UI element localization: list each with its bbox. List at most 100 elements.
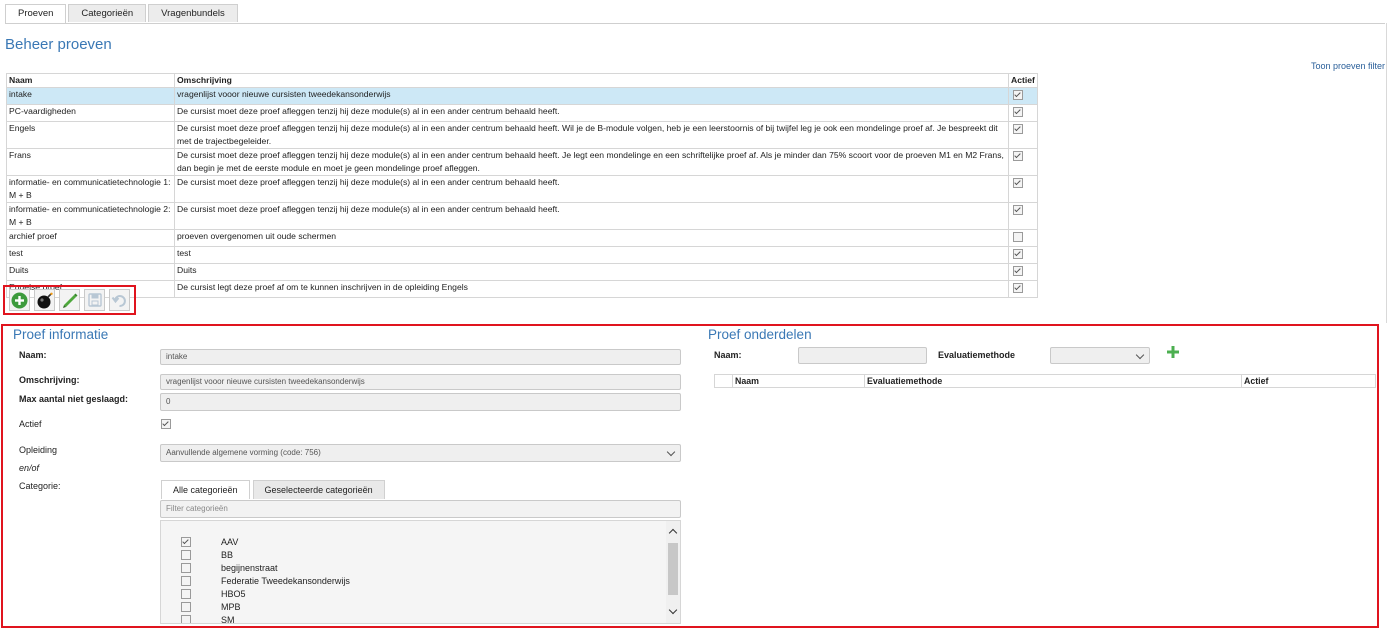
table-row[interactable]: Frans De cursist moet deze proef afleggen… bbox=[6, 148, 1038, 176]
categorie-tabs: Alle categorieën Geselecteerde categorie… bbox=[161, 480, 388, 499]
actief-checkbox[interactable] bbox=[1013, 249, 1023, 259]
cell-naam: PC-vaardigheden bbox=[6, 104, 175, 122]
table-header-row: Naam Omschrijving Actief bbox=[6, 73, 1038, 88]
actief-checkbox[interactable] bbox=[161, 419, 171, 429]
cell-actief bbox=[1008, 229, 1038, 247]
main-tabs: Proeven Categorieën Vragenbundels bbox=[5, 4, 240, 24]
table-row[interactable]: Duits Duits bbox=[6, 263, 1038, 281]
cell-naam: informatie- en communicatietechnologie 1… bbox=[6, 175, 175, 203]
undo-icon bbox=[111, 294, 126, 307]
actief-label: Actief bbox=[19, 419, 42, 429]
actief-checkbox[interactable] bbox=[1013, 266, 1023, 276]
list-item[interactable]: HBO5 bbox=[181, 587, 246, 600]
bomb-icon bbox=[37, 292, 53, 308]
categorie-list: AAV BB begijnenstraat Federatie Tweedekanso… bbox=[160, 520, 681, 624]
chevron-down-icon bbox=[666, 447, 676, 457]
naam-field[interactable]: intake bbox=[160, 349, 681, 365]
delete-button[interactable] bbox=[34, 289, 55, 311]
max-niet-geslaagd-field[interactable]: 0 bbox=[160, 393, 681, 411]
cell-omschrijving: vragenlijst vooor nieuwe cursisten tweed… bbox=[174, 87, 1009, 105]
proef-info-title: Proef informatie bbox=[13, 327, 109, 342]
onderdeel-naam-label: Naam: bbox=[714, 350, 742, 360]
proef-onderdelen-title: Proef onderdelen bbox=[708, 327, 812, 342]
categorie-checkbox[interactable] bbox=[181, 614, 191, 623]
categorie-scrollbar[interactable] bbox=[666, 521, 680, 623]
onderdelen-header-row: Naam Evaluatiemethode Actief bbox=[714, 374, 1376, 388]
col-header-omschrijving[interactable]: Omschrijving bbox=[174, 73, 1009, 88]
categorie-label: SM bbox=[221, 614, 235, 624]
list-item[interactable]: MPB bbox=[181, 600, 241, 613]
add-onderdeel-icon[interactable] bbox=[1166, 345, 1180, 359]
col-header-actief[interactable]: Actief bbox=[1241, 374, 1376, 388]
list-item[interactable]: AAV bbox=[181, 535, 238, 548]
actief-checkbox[interactable] bbox=[1013, 283, 1023, 293]
pencil-icon bbox=[62, 293, 77, 308]
cell-actief bbox=[1008, 202, 1038, 230]
cell-naam: Duits bbox=[6, 263, 175, 281]
actief-checkbox[interactable] bbox=[1013, 90, 1023, 100]
actief-checkbox[interactable] bbox=[1013, 205, 1023, 215]
scroll-thumb[interactable] bbox=[668, 543, 678, 595]
list-item[interactable]: SM bbox=[181, 613, 235, 623]
table-row[interactable]: informatie- en communicatietechnologie 1… bbox=[6, 175, 1038, 203]
add-icon bbox=[11, 292, 28, 308]
categorie-checkbox[interactable] bbox=[181, 588, 191, 599]
actief-checkbox[interactable] bbox=[1013, 151, 1023, 161]
categorie-checkbox[interactable] bbox=[181, 601, 191, 612]
evaluatiemethode-select[interactable] bbox=[1050, 347, 1150, 364]
categorie-label: begijnenstraat bbox=[221, 562, 278, 573]
categorie-checkbox[interactable] bbox=[181, 549, 191, 560]
actief-checkbox[interactable] bbox=[1013, 232, 1023, 242]
cell-naam: archief proef bbox=[6, 229, 175, 247]
undo-button[interactable] bbox=[109, 289, 130, 311]
categorie-checkbox[interactable] bbox=[181, 575, 191, 586]
list-item[interactable]: begijnenstraat bbox=[181, 561, 278, 574]
tab-alle-categorieen[interactable]: Alle categorieën bbox=[161, 480, 250, 499]
action-toolbar bbox=[3, 285, 136, 315]
opleiding-selected-value: Aanvullende algemene vorming (code: 756) bbox=[166, 448, 321, 457]
evaluatiemethode-label: Evaluatiemethode bbox=[938, 350, 1016, 360]
table-row[interactable]: intake vragenlijst vooor nieuwe cursisten… bbox=[6, 87, 1038, 105]
col-header-evaluatiemethode[interactable]: Evaluatiemethode bbox=[864, 374, 1242, 388]
tab-vragenbundels[interactable]: Vragenbundels bbox=[148, 4, 238, 22]
add-button[interactable] bbox=[9, 289, 30, 311]
categorie-filter-input[interactable]: Filter categorieën bbox=[160, 500, 681, 518]
table-row[interactable]: Engels De cursist moet deze proef aflegge… bbox=[6, 121, 1038, 149]
col-header-select bbox=[714, 374, 733, 388]
edit-button[interactable] bbox=[59, 289, 80, 311]
cell-actief bbox=[1008, 121, 1038, 149]
table-row[interactable]: PC-vaardigheden De cursist moet deze proe… bbox=[6, 104, 1038, 122]
tab-geselecteerde-categorieen[interactable]: Geselecteerde categorieën bbox=[252, 480, 385, 499]
chevron-down-icon[interactable] bbox=[668, 605, 678, 615]
table-row[interactable]: Engelse proef De cursist legt deze proef … bbox=[6, 280, 1038, 298]
categorie-checkbox[interactable] bbox=[181, 562, 191, 573]
list-item[interactable]: Federatie Tweedekansonderwijs bbox=[181, 574, 350, 587]
cell-omschrijving: Duits bbox=[174, 263, 1009, 281]
list-item[interactable]: BB bbox=[181, 548, 233, 561]
cell-actief bbox=[1008, 263, 1038, 281]
cell-actief bbox=[1008, 280, 1038, 298]
naam-label: Naam: bbox=[19, 350, 47, 360]
omschrijving-field[interactable]: vragenlijst vooor nieuwe cursisten tweed… bbox=[160, 374, 681, 390]
cell-omschrijving: De cursist moet deze proef afleggen tenz… bbox=[174, 104, 1009, 122]
cell-omschrijving: De cursist legt deze proef af om te kunn… bbox=[174, 280, 1009, 298]
actief-checkbox[interactable] bbox=[1013, 124, 1023, 134]
categorie-checkbox[interactable] bbox=[181, 536, 191, 547]
col-header-actief[interactable]: Actief bbox=[1008, 73, 1038, 88]
tabs-divider bbox=[5, 23, 1385, 24]
tab-proeven[interactable]: Proeven bbox=[5, 4, 67, 24]
col-header-naam[interactable]: Naam bbox=[6, 73, 175, 88]
table-row[interactable]: informatie- en communicatietechnologie 2… bbox=[6, 202, 1038, 230]
table-row[interactable]: test test bbox=[6, 246, 1038, 264]
opleiding-select[interactable]: Aanvullende algemene vorming (code: 756) bbox=[160, 444, 681, 462]
table-row[interactable]: archief proef proeven overgenomen uit oud… bbox=[6, 229, 1038, 247]
onderdeel-naam-field[interactable] bbox=[798, 347, 927, 364]
col-header-naam[interactable]: Naam bbox=[732, 374, 865, 388]
actief-checkbox[interactable] bbox=[1013, 107, 1023, 117]
actief-checkbox[interactable] bbox=[1013, 178, 1023, 188]
chevron-up-icon[interactable] bbox=[668, 528, 678, 538]
tab-categorieen[interactable]: Categorieën bbox=[68, 4, 147, 22]
show-filter-link[interactable]: Toon proeven filter bbox=[1311, 61, 1385, 71]
cell-omschrijving: De cursist moet deze proef afleggen tenz… bbox=[174, 121, 1009, 149]
save-button[interactable] bbox=[84, 289, 105, 311]
